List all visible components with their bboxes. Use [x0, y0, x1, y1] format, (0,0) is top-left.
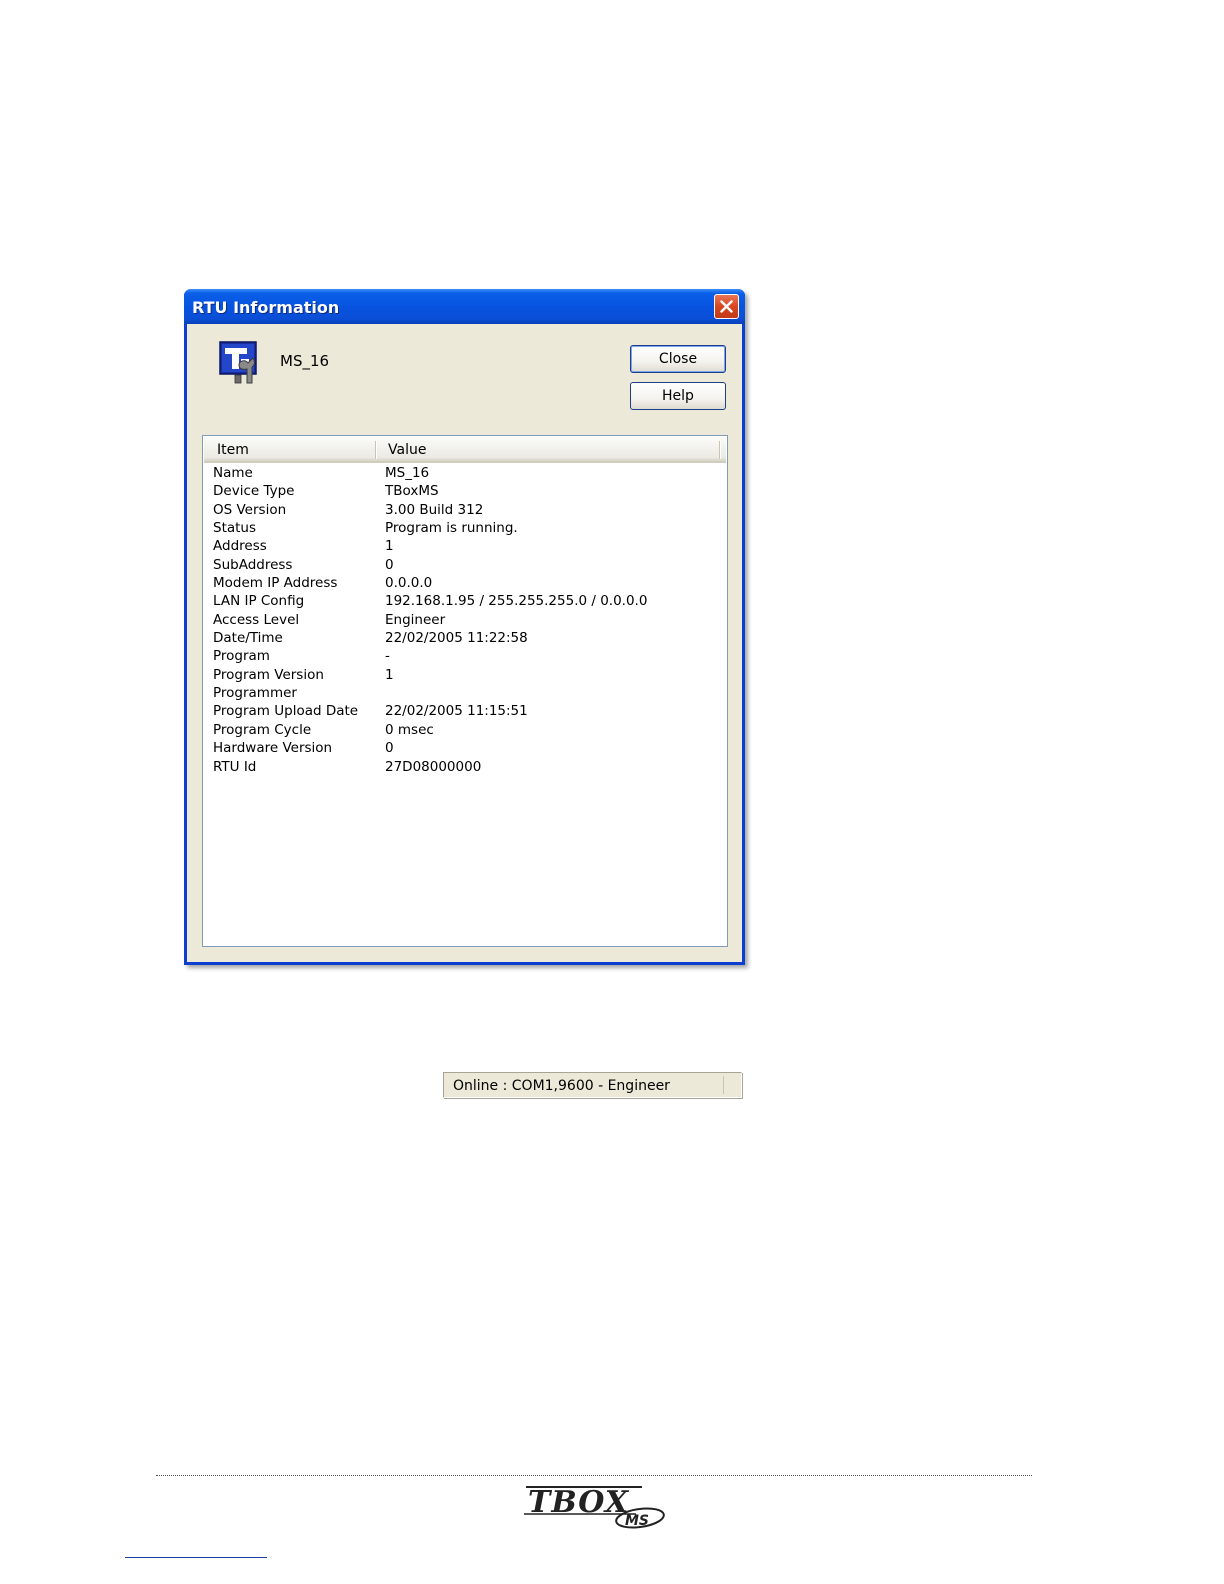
- list-rows: Name MS_16 Device Type TBoxMS OS Version 3.…: [203, 465, 727, 777]
- item-cell: Hardware Version: [213, 740, 333, 757]
- value-cell: 22/02/2005 11:15:51: [385, 703, 528, 720]
- value-cell: 1: [385, 538, 394, 555]
- list-row[interactable]: LAN IP Config 192.168.1.95 / 255.255.255.…: [203, 593, 727, 611]
- list-row[interactable]: Date/Time 22/02/2005 11:22:58: [203, 630, 727, 648]
- list-row[interactable]: Programmer: [203, 685, 727, 703]
- close-button[interactable]: Close: [630, 345, 726, 373]
- device-name-label: MS_16: [280, 352, 330, 370]
- list-row[interactable]: Hardware Version 0: [203, 740, 727, 758]
- dialog-titlebar[interactable]: RTU Information: [184, 289, 745, 324]
- list-row[interactable]: Modem IP Address 0.0.0.0: [203, 575, 727, 593]
- connection-status-bar: Online : COM1,9600 - Engineer: [443, 1072, 742, 1098]
- item-cell: SubAddress: [213, 556, 293, 573]
- list-row[interactable]: Name MS_16: [203, 465, 727, 483]
- footer-divider: [156, 1475, 1032, 1476]
- close-icon[interactable]: [714, 294, 739, 319]
- value-cell: 192.168.1.95 / 255.255.255.0 / 0.0.0.0: [385, 593, 648, 610]
- value-cell: 1: [385, 666, 394, 683]
- column-header-item[interactable]: Item: [217, 442, 249, 458]
- list-row[interactable]: OS Version 3.00 Build 312: [203, 502, 727, 520]
- value-cell: MS_16: [385, 465, 430, 481]
- value-cell: 0.0.0.0: [385, 575, 433, 592]
- item-cell: Modem IP Address: [213, 575, 338, 592]
- value-cell: 27D08000000: [385, 758, 482, 775]
- footer-link-underline: [125, 1557, 267, 1558]
- list-row[interactable]: Program Cycle 0 msec: [203, 722, 727, 740]
- list-row[interactable]: Program Upload Date 22/02/2005 11:15:51: [203, 703, 727, 721]
- logo-subtext: MS: [625, 1513, 649, 1529]
- item-cell: Date/Time: [213, 630, 283, 647]
- item-cell: Device Type: [213, 483, 295, 500]
- tbox-tool-icon: [217, 339, 265, 385]
- column-header-value[interactable]: Value: [388, 442, 426, 458]
- item-cell: LAN IP Config: [213, 593, 305, 610]
- item-cell: OS Version: [213, 501, 287, 518]
- list-row[interactable]: Program -: [203, 648, 727, 666]
- value-cell: TBoxMS: [385, 483, 439, 500]
- value-cell: Engineer: [385, 611, 446, 628]
- list-row[interactable]: Device Type TBoxMS: [203, 483, 727, 501]
- item-cell: Access Level: [213, 611, 300, 628]
- list-row[interactable]: Address 1: [203, 538, 727, 556]
- item-cell: Address: [213, 538, 267, 555]
- rtu-information-dialog: RTU Information MS_16 Close Help Item Va…: [184, 289, 745, 965]
- rtu-info-list[interactable]: Item Value Name MS_16 Device Type TBoxMS O…: [202, 435, 728, 947]
- value-cell: 0: [385, 556, 394, 573]
- value-cell: 22/02/2005 11:22:58: [385, 630, 528, 647]
- help-button[interactable]: Help: [630, 382, 726, 410]
- list-header: Item Value: [204, 437, 726, 463]
- value-cell: 0: [385, 740, 394, 757]
- item-cell: Name: [213, 465, 253, 481]
- list-row[interactable]: Access Level Engineer: [203, 612, 727, 630]
- item-cell: Programmer: [213, 685, 297, 702]
- item-cell: Program Version: [213, 666, 324, 683]
- item-cell: RTU Id: [213, 758, 257, 775]
- item-cell: Program Cycle: [213, 721, 312, 738]
- value-cell: -: [385, 648, 390, 665]
- connection-status-text: Online : COM1,9600 - Engineer: [453, 1078, 670, 1094]
- item-cell: Status: [213, 520, 257, 537]
- value-cell: Program is running.: [385, 520, 518, 537]
- list-row[interactable]: SubAddress 0: [203, 557, 727, 575]
- list-row[interactable]: Status Program is running.: [203, 520, 727, 538]
- tbox-ms-logo: TBOX MS: [524, 1484, 668, 1532]
- list-row[interactable]: Program Version 1: [203, 667, 727, 685]
- item-cell: Program: [213, 648, 270, 665]
- status-panel-divider: [723, 1076, 738, 1094]
- value-cell: 3.00 Build 312: [385, 501, 484, 518]
- column-divider[interactable]: [719, 441, 720, 459]
- column-divider[interactable]: [375, 441, 376, 459]
- item-cell: Program Upload Date: [213, 703, 359, 720]
- value-cell: 0 msec: [385, 721, 434, 738]
- dialog-title: RTU Information: [192, 298, 340, 317]
- list-row[interactable]: RTU Id 27D08000000: [203, 759, 727, 777]
